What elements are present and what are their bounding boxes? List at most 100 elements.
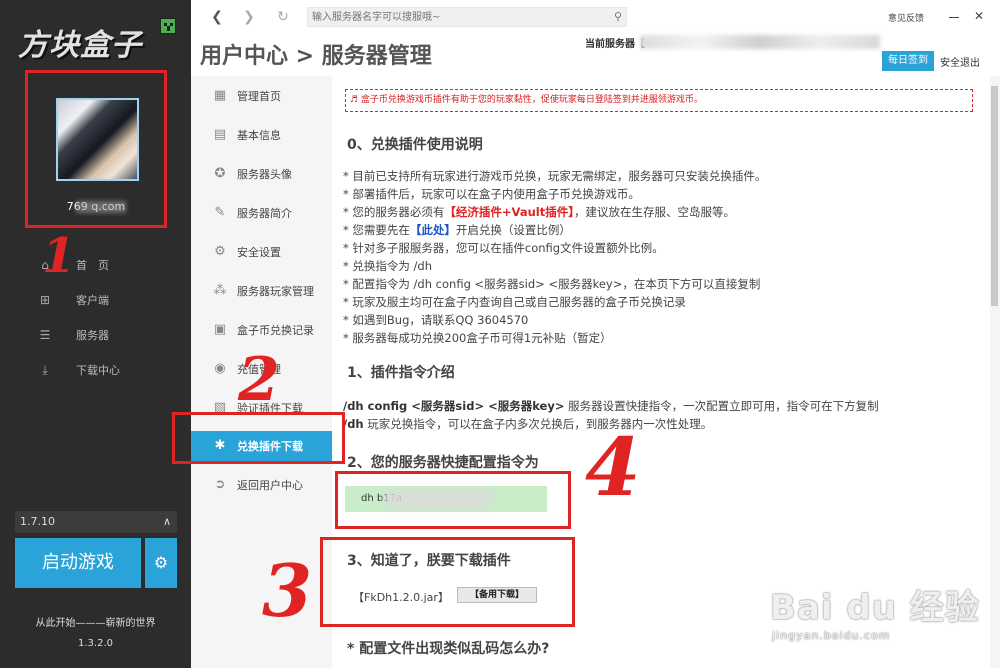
annotation-number-2: 2 [238,345,280,415]
page-title: 用户中心 > 服务器管理 [200,44,432,69]
email-redaction [76,201,126,213]
section-1-title: 1、插件指令介绍 [347,365,455,381]
logout-link[interactable]: 安全退出 [940,54,980,69]
daily-checkin-button[interactable]: 每日签到 [882,51,934,71]
subnav-server-avatar[interactable]: ✪ 服务器头像 [191,161,332,187]
launcher-version: 1.3.2.0 [78,638,113,649]
search-icon[interactable]: ⚲ [614,10,622,23]
current-server-label: 当前服务器【 [585,39,645,50]
version-select[interactable]: 1.7.10 ∧ [15,511,177,533]
forward-icon[interactable]: ❯ [240,8,258,26]
nav-download[interactable]: ⤓ 下载中心 [38,359,158,381]
version-value: 1.7.10 [20,515,55,528]
annotation-number-1: 1 [42,228,76,284]
close-icon[interactable]: ✕ [974,9,984,23]
subnav-label: 盒子币兑换记录 [237,324,314,337]
dashboard-icon: ▦ [213,88,227,103]
dh-command: /dh [343,417,364,431]
usage-line: * 您的服务器必须有【经济插件+Vault插件】，建议放在生存服、空岛服等。 [343,204,735,220]
server-search: ⚲ [307,7,627,27]
config-command: /dh config <服务器sid> <服务器key> [343,399,565,413]
creeper-icon [160,18,176,34]
annotation-number-3: 3 [262,548,313,633]
annotation-number-4: 4 [585,420,641,514]
subnav-label: 安全设置 [237,246,281,259]
download-icon: ⤓ [42,363,48,377]
watermark-sub: jingyan.baidu.com [772,629,891,642]
back-icon: ➲ [214,477,226,492]
server-search-input[interactable] [308,8,598,26]
usage-text: 开启兑换（设置比例） [455,223,571,237]
command-line: /dh 玩家兑换指令，可以在盒子内多次兑换后，到服务器内一次性处理。 [343,416,712,432]
launcher-sidebar: 方块盒子 769 q.com ⌂ 首 页 ⊞ 客户端 ☰ 服务器 ⤓ 下载中心 … [0,0,191,668]
subnav-label: 基本信息 [237,129,281,142]
server-icon: ☰ [39,328,51,342]
watermark-main: Bai du 经验 [770,588,980,628]
subnav-basic-info[interactable]: ▤ 基本信息 [191,122,332,148]
command-line: /dh config <服务器sid> <服务器key> 服务器设置快捷指令，一… [343,398,879,414]
annotation-box-4 [335,471,571,529]
faq-title: * 配置文件出现类似乱码怎么办? [347,641,550,657]
section-0-title: 0、兑换插件使用说明 [347,137,483,153]
scrollbar[interactable] [990,76,1000,668]
nav-home-label: 首 页 [76,259,109,272]
launcher-settings-button[interactable]: ⚙ [145,538,177,588]
subnav-label: 返回用户中心 [237,479,303,492]
info-icon: ▤ [213,127,227,142]
here-link[interactable]: 【此处】 [410,223,456,237]
record-icon: ▣ [213,322,227,337]
avatar[interactable] [56,98,139,181]
usage-line: * 您需要先在【此处】开启兑换（设置比例） [343,222,571,238]
gear-icon: ⚙ [153,553,169,572]
back-icon[interactable]: ❮ [208,8,226,26]
avatar-icon: ✪ [214,166,226,181]
minimize-icon[interactable] [949,17,959,18]
command-desc: 玩家兑换指令，可以在盒子内多次兑换后，到服务器内一次性处理。 [363,417,713,431]
feedback-link[interactable]: 意见反馈 [888,11,924,24]
app-logo: 方块盒子 [14,18,176,63]
annotation-box-2 [172,412,345,464]
subnav-players[interactable]: ⁂ 服务器玩家管理 [191,278,332,304]
economy-plugin-highlight: 【经济插件+Vault插件】 [444,205,574,219]
command-desc: 服务器设置快捷指令，一次配置立即可用，指令可在下方复制 [564,399,879,413]
subnav-label: 服务器玩家管理 [237,285,314,298]
subnav-dashboard[interactable]: ▦ 管理首页 [191,83,332,109]
usage-text: * 您的服务器必须有 [343,205,445,219]
players-icon: ⁂ [213,283,227,298]
subnav-server-intro[interactable]: ✎ 服务器简介 [191,200,332,226]
nav-client[interactable]: ⊞ 客户端 [38,289,158,311]
baidu-watermark: Bai du 经验 jingyan.baidu.com [770,580,980,642]
usage-line: * 兑换指令为 /dh [343,259,433,273]
subnav-exchange-record[interactable]: ▣ 盒子币兑换记录 [191,317,332,343]
refresh-icon[interactable]: ↻ [274,8,292,26]
scroll-thumb[interactable] [991,86,998,306]
annotation-box-1: 769 q.com [25,70,167,228]
subnav-security[interactable]: ⚙ 安全设置 [191,239,332,265]
usage-line: * 玩家及服主均可在盒子内查询自己或自己服务器的盒子币兑换记录 [343,295,686,309]
subnav-label: 管理首页 [237,90,281,103]
usage-text: ，建议放在生存服、空岛服等。 [573,205,735,219]
grid-icon: ⊞ [39,293,51,307]
launch-game-button[interactable]: 启动游戏 [15,538,141,588]
nav-client-label: 客户端 [76,294,109,307]
nav-server[interactable]: ☰ 服务器 [38,324,158,346]
subnav-label: 服务器简介 [237,207,292,220]
logo-text: 方块盒子 [18,28,142,63]
slogan: 从此开始———崭新的世界 [35,618,156,629]
current-server-redaction [640,35,880,49]
subnav-back-user-center[interactable]: ➲ 返回用户中心 [191,472,332,498]
settings-icon: ⚙ [214,244,226,259]
usage-line: * 如遇到Bug，请联系QQ 3604570 [343,313,529,327]
section-2-title: 2、您的服务器快捷配置指令为 [347,455,539,471]
usage-line: * 部署插件后，玩家可以在盒子内使用盒子币兑换游戏币。 [343,187,640,201]
browser-toolbar: ❮ ❯ ↻ ⚲ 意见反馈 ✕ [191,0,1000,34]
chevron-up-icon: ∧ [162,515,171,528]
usage-line: * 配置指令为 /dh config <服务器sid> <服务器key>，在本页… [343,277,761,291]
nav-server-label: 服务器 [76,329,109,342]
subnav-label: 服务器头像 [237,168,292,181]
nav-download-label: 下载中心 [76,364,120,377]
usage-line: * 目前已支持所有玩家进行游戏币兑换，玩家无需绑定，服务器可只安装兑换插件。 [343,169,767,183]
notice-banner: ♬ 盒子币兑换游戏币插件有助于您的玩家黏性，促使玩家每日登陆签到并进服领游戏币。 [345,89,973,112]
annotation-box-3 [320,537,575,627]
usage-line: * 针对多子服服务器，您可以在插件config文件设置额外比例。 [343,241,664,255]
